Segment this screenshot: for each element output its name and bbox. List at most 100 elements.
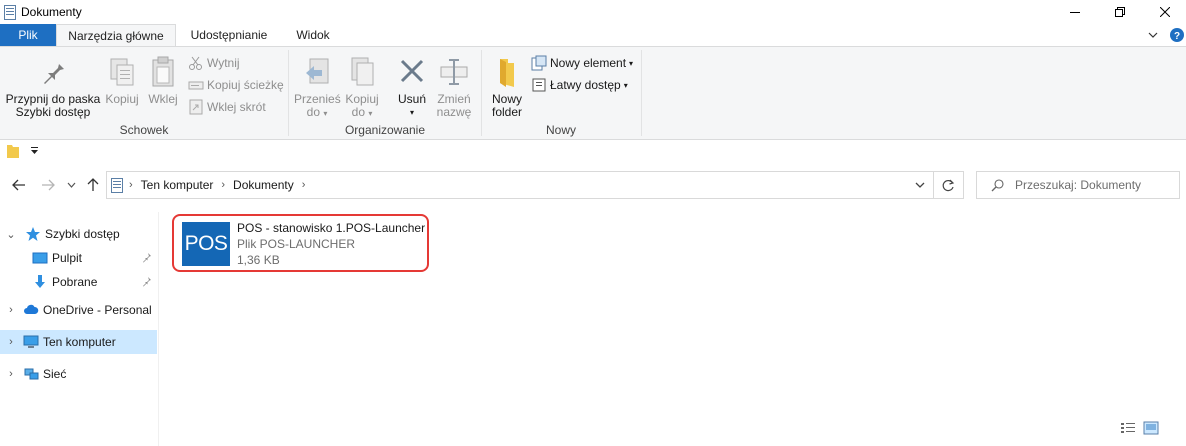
organize-group-label: Organizowanie — [344, 123, 426, 137]
large-icons-view-icon[interactable] — [1143, 421, 1159, 435]
pin-quick-access-button[interactable]: Przypnij do paska Szybki dostęp — [4, 55, 102, 119]
new-item-label: Nowy element — [550, 56, 627, 70]
computer-icon — [23, 335, 39, 348]
arrow-left-icon — [12, 179, 25, 191]
search-box[interactable]: Przeszukaj: Dokumenty — [976, 171, 1180, 199]
title-bar: Dokumenty — [0, 0, 1186, 24]
new-item-button[interactable]: Nowy element ▾ — [531, 53, 633, 73]
easy-access-button[interactable]: Łatwy dostęp ▾ — [531, 75, 628, 95]
ribbon-expand-icon[interactable] — [1148, 31, 1158, 39]
download-icon — [35, 275, 45, 288]
new-folder-button[interactable]: Nowy folder — [486, 55, 528, 119]
nav-item-downloads[interactable]: Pobrane — [0, 270, 157, 294]
move-to-button[interactable]: Przenieś do ▾ — [294, 55, 341, 120]
tab-view[interactable]: Widok — [282, 24, 344, 47]
new-item-icon — [531, 55, 547, 71]
move-to-label-line2: do — [306, 105, 320, 119]
rename-label-line2: nazwę — [436, 105, 472, 119]
dropdown-arrow-icon: ▾ — [629, 58, 634, 68]
recent-locations-button[interactable] — [64, 174, 78, 196]
tab-file[interactable]: Plik — [0, 24, 56, 47]
address-dropdown-icon[interactable] — [915, 182, 925, 189]
navigation-bar: › Ten komputer › Dokumenty › Przeszukaj:… — [0, 170, 1186, 200]
nav-item-network[interactable]: › Sieć — [0, 362, 157, 386]
customize-toolbar-icon[interactable] — [30, 146, 40, 156]
chevron-down-icon[interactable]: ⌄ — [5, 228, 17, 241]
copy-label: Kopiuj — [105, 92, 139, 106]
close-icon — [1160, 7, 1170, 17]
details-view-icon[interactable] — [1120, 421, 1136, 435]
arrow-right-icon — [42, 179, 55, 191]
move-to-icon — [306, 58, 329, 84]
file-name: POS - stanowisko 1.POS-Launcher — [237, 221, 426, 235]
paste-shortcut-button[interactable]: Wklej skrót — [188, 97, 266, 117]
pos-file-thumbnail: POS — [182, 222, 230, 266]
pin-icon[interactable] — [142, 276, 152, 287]
tab-home[interactable]: Narzędzia główne — [56, 24, 176, 48]
forward-button[interactable] — [38, 174, 58, 196]
address-bar[interactable]: › Ten komputer › Dokumenty › — [106, 171, 934, 199]
nav-item-quick-access[interactable]: ⌄ Szybki dostęp — [0, 222, 157, 246]
delete-button[interactable]: Usuń ▾ — [392, 55, 432, 119]
paste-shortcut-icon — [189, 99, 203, 115]
nav-item-onedrive[interactable]: › OneDrive - Personal — [0, 298, 157, 322]
arrow-up-icon — [87, 178, 99, 191]
nav-label: Sieć — [43, 367, 67, 381]
new-group-label: Nowy — [545, 123, 576, 137]
folder-icon[interactable] — [6, 143, 20, 159]
copy-button[interactable]: Kopiuj — [103, 55, 141, 106]
nav-item-this-pc[interactable]: › Ten komputer — [0, 330, 157, 354]
scissors-icon — [189, 56, 202, 70]
nav-label: Pobrane — [52, 275, 98, 289]
group-divider — [288, 50, 289, 136]
breadcrumb-separator-icon[interactable]: › — [221, 179, 225, 191]
copy-path-button[interactable]: Kopiuj ścieżkę — [188, 75, 284, 95]
breadcrumb-separator-icon[interactable]: › — [302, 179, 306, 191]
breadcrumb-separator-icon[interactable]: › — [129, 179, 133, 191]
nav-item-desktop[interactable]: Pulpit — [0, 246, 157, 270]
nav-label: OneDrive - Personal — [43, 303, 152, 317]
nav-label: Pulpit — [52, 251, 83, 265]
refresh-button[interactable] — [934, 171, 964, 199]
copy-to-button[interactable]: Kopiuj do ▾ — [342, 55, 382, 120]
help-icon[interactable]: ? — [1170, 28, 1184, 42]
chevron-right-icon[interactable]: › — [5, 368, 17, 380]
pin-icon[interactable] — [142, 252, 152, 263]
svg-text:?: ? — [1174, 31, 1180, 42]
network-icon — [24, 368, 39, 380]
cut-label: Wytnij — [207, 56, 240, 70]
group-divider — [641, 50, 642, 136]
rename-icon — [440, 59, 468, 85]
chevron-right-icon[interactable]: › — [5, 304, 17, 316]
delete-label: Usuń — [397, 92, 426, 106]
easy-access-icon — [532, 78, 546, 92]
back-button[interactable] — [8, 174, 30, 196]
breadcrumb-documents[interactable]: Dokumenty — [233, 178, 294, 192]
tab-share[interactable]: Udostępnianie — [178, 24, 280, 47]
folder-document-icon — [4, 4, 16, 20]
file-size: 1,36 KB — [237, 253, 280, 267]
rename-button[interactable]: Zmień nazwę — [434, 55, 474, 119]
breadcrumb-this-pc[interactable]: Ten komputer — [141, 178, 214, 192]
refresh-icon — [942, 179, 955, 191]
close-button[interactable] — [1142, 0, 1186, 24]
nav-label: Ten komputer — [43, 335, 116, 349]
up-button[interactable] — [84, 174, 102, 196]
chevron-right-icon[interactable]: › — [5, 336, 17, 348]
cut-button[interactable]: Wytnij — [188, 53, 240, 73]
paste-button[interactable]: Wklej — [144, 55, 182, 106]
new-folder-icon — [500, 59, 514, 87]
restore-button[interactable] — [1097, 0, 1143, 24]
copy-path-label: Kopiuj ścieżkę — [207, 78, 284, 92]
dropdown-arrow-icon: ▾ — [623, 80, 628, 90]
pin-label-line2: Szybki dostęp — [15, 105, 91, 119]
minimize-button[interactable] — [1052, 0, 1098, 24]
restore-icon — [1115, 7, 1125, 17]
star-icon — [26, 227, 40, 241]
search-placeholder: Przeszukaj: Dokumenty — [1015, 178, 1142, 192]
file-item[interactable]: POS POS - stanowisko 1.POS-Launcher Plik… — [172, 214, 429, 272]
chevron-down-icon — [67, 182, 75, 188]
thumbnail-text: POS — [184, 232, 228, 255]
minimize-icon — [1070, 12, 1080, 13]
paste-icon — [152, 56, 174, 87]
